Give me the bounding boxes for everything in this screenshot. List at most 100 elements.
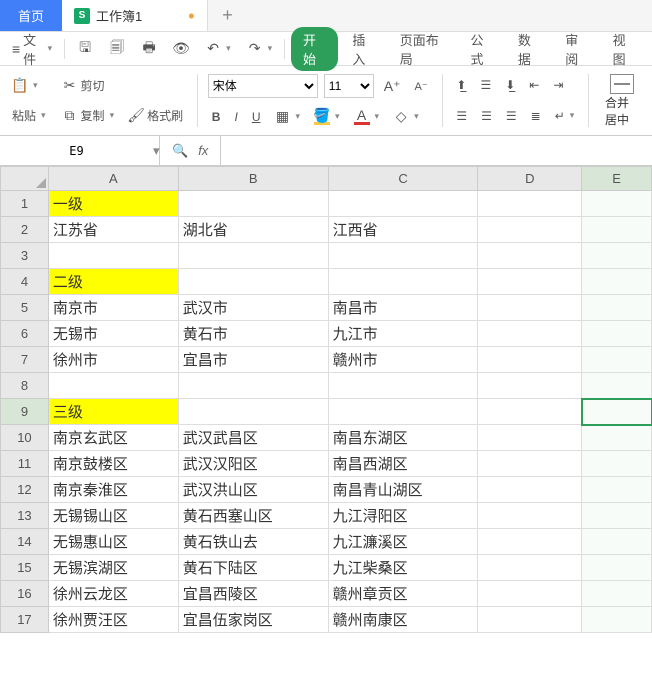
cell-A15[interactable]: 无锡滨湖区: [48, 555, 178, 581]
cell-D8[interactable]: [478, 373, 582, 399]
row-header-15[interactable]: 15: [1, 555, 49, 581]
cell-A9[interactable]: 三级: [48, 399, 178, 425]
paste-button[interactable]: 📋: [8, 75, 50, 95]
justify-button[interactable]: ≣: [527, 107, 545, 125]
row-header-9[interactable]: 9: [1, 399, 49, 425]
tab-workbook[interactable]: S 工作簿1 •: [62, 0, 208, 31]
tab-insert[interactable]: 插入: [342, 26, 385, 72]
tab-view[interactable]: 视图: [603, 26, 646, 72]
cell-D13[interactable]: [478, 503, 582, 529]
cell-A1[interactable]: 一级: [48, 191, 178, 217]
tab-add-button[interactable]: +: [208, 0, 248, 31]
cell-B14[interactable]: 黄石铁山去: [178, 529, 328, 555]
format-painter-button[interactable]: 🖌格式刷: [124, 105, 187, 126]
col-header-A[interactable]: A: [48, 167, 178, 191]
cell-A10[interactable]: 南京玄武区: [48, 425, 178, 451]
fx-icon[interactable]: fx: [198, 143, 208, 158]
cell-B7[interactable]: 宜昌市: [178, 347, 328, 373]
cell-D3[interactable]: [478, 243, 582, 269]
wrap-text-button[interactable]: ↵: [551, 107, 579, 125]
cell-A2[interactable]: 江苏省: [48, 217, 178, 243]
cell-E12[interactable]: [582, 477, 652, 503]
cell-E11[interactable]: [582, 451, 652, 477]
cell-A5[interactable]: 南京市: [48, 295, 178, 321]
cell-E17[interactable]: [582, 607, 652, 633]
cell-A13[interactable]: 无锡锡山区: [48, 503, 178, 529]
cell-C6[interactable]: 九江市: [328, 321, 478, 347]
cell-D5[interactable]: [478, 295, 582, 321]
name-box-dropdown[interactable]: ▾: [153, 143, 160, 159]
cell-D10[interactable]: [478, 425, 582, 451]
cell-B13[interactable]: 黄石西塞山区: [178, 503, 328, 529]
cell-B16[interactable]: 宜昌西陵区: [178, 581, 328, 607]
cell-B15[interactable]: 黄石下陆区: [178, 555, 328, 581]
col-header-B[interactable]: B: [178, 167, 328, 191]
cell-D1[interactable]: [478, 191, 582, 217]
cell-A16[interactable]: 徐州云龙区: [48, 581, 178, 607]
cell-D4[interactable]: [478, 269, 582, 295]
row-header-14[interactable]: 14: [1, 529, 49, 555]
cell-D6[interactable]: [478, 321, 582, 347]
name-box-input[interactable]: [0, 136, 153, 165]
cell-A14[interactable]: 无锡惠山区: [48, 529, 178, 555]
tab-data[interactable]: 数据: [508, 26, 551, 72]
underline-button[interactable]: U: [248, 108, 265, 126]
cell-E15[interactable]: [582, 555, 652, 581]
cell-C12[interactable]: 南昌青山湖区: [328, 477, 478, 503]
align-top-button[interactable]: ⬆̲: [452, 76, 470, 94]
cell-E3[interactable]: [582, 243, 652, 269]
cell-D9[interactable]: [478, 399, 582, 425]
col-header-D[interactable]: D: [478, 167, 582, 191]
row-header-8[interactable]: 8: [1, 373, 49, 399]
fill-color-button[interactable]: 🪣: [310, 107, 344, 127]
cell-A7[interactable]: 徐州市: [48, 347, 178, 373]
cell-E9[interactable]: [582, 399, 652, 425]
tab-page-layout[interactable]: 页面布局: [390, 26, 457, 72]
qat-undo[interactable]: ↶: [199, 37, 237, 61]
row-header-3[interactable]: 3: [1, 243, 49, 269]
copy-button[interactable]: ⧉复制: [58, 105, 119, 126]
decrease-font-button[interactable]: A⁻: [411, 78, 432, 95]
cell-D11[interactable]: [478, 451, 582, 477]
cell-C4[interactable]: [328, 269, 478, 295]
cell-A12[interactable]: 南京秦淮区: [48, 477, 178, 503]
italic-button[interactable]: I: [230, 108, 241, 126]
row-header-2[interactable]: 2: [1, 217, 49, 243]
cell-E4[interactable]: [582, 269, 652, 295]
cell-B10[interactable]: 武汉武昌区: [178, 425, 328, 451]
col-header-C[interactable]: C: [328, 167, 478, 191]
qat-save-as[interactable]: 🗐: [103, 37, 131, 61]
cell-B5[interactable]: 武汉市: [178, 295, 328, 321]
cell-style-button[interactable]: ◇: [389, 107, 423, 127]
cell-C3[interactable]: [328, 243, 478, 269]
cell-E10[interactable]: [582, 425, 652, 451]
cell-B3[interactable]: [178, 243, 328, 269]
cell-B17[interactable]: 宜昌伍家岗区: [178, 607, 328, 633]
hamburger-menu[interactable]: ≡文件▾: [6, 26, 58, 72]
qat-print[interactable]: 🖶: [135, 37, 163, 61]
select-all-corner[interactable]: [1, 167, 49, 191]
cell-C5[interactable]: 南昌市: [328, 295, 478, 321]
row-header-11[interactable]: 11: [1, 451, 49, 477]
cell-A6[interactable]: 无锡市: [48, 321, 178, 347]
cell-E5[interactable]: [582, 295, 652, 321]
cell-E16[interactable]: [582, 581, 652, 607]
formula-input[interactable]: [220, 136, 652, 165]
cell-D14[interactable]: [478, 529, 582, 555]
cell-A11[interactable]: 南京鼓楼区: [48, 451, 178, 477]
cell-C16[interactable]: 赣州章贡区: [328, 581, 478, 607]
cell-B8[interactable]: [178, 373, 328, 399]
cell-C7[interactable]: 赣州市: [328, 347, 478, 373]
cell-D2[interactable]: [478, 217, 582, 243]
cell-C11[interactable]: 南昌西湖区: [328, 451, 478, 477]
qat-save[interactable]: 🖫: [71, 37, 99, 61]
search-icon[interactable]: 🔍: [172, 143, 188, 159]
cell-C14[interactable]: 九江濂溪区: [328, 529, 478, 555]
align-right-button[interactable]: ☰: [502, 107, 521, 125]
cell-D17[interactable]: [478, 607, 582, 633]
cell-A3[interactable]: [48, 243, 178, 269]
row-header-13[interactable]: 13: [1, 503, 49, 529]
col-header-E[interactable]: E: [582, 167, 652, 191]
row-header-17[interactable]: 17: [1, 607, 49, 633]
row-header-1[interactable]: 1: [1, 191, 49, 217]
